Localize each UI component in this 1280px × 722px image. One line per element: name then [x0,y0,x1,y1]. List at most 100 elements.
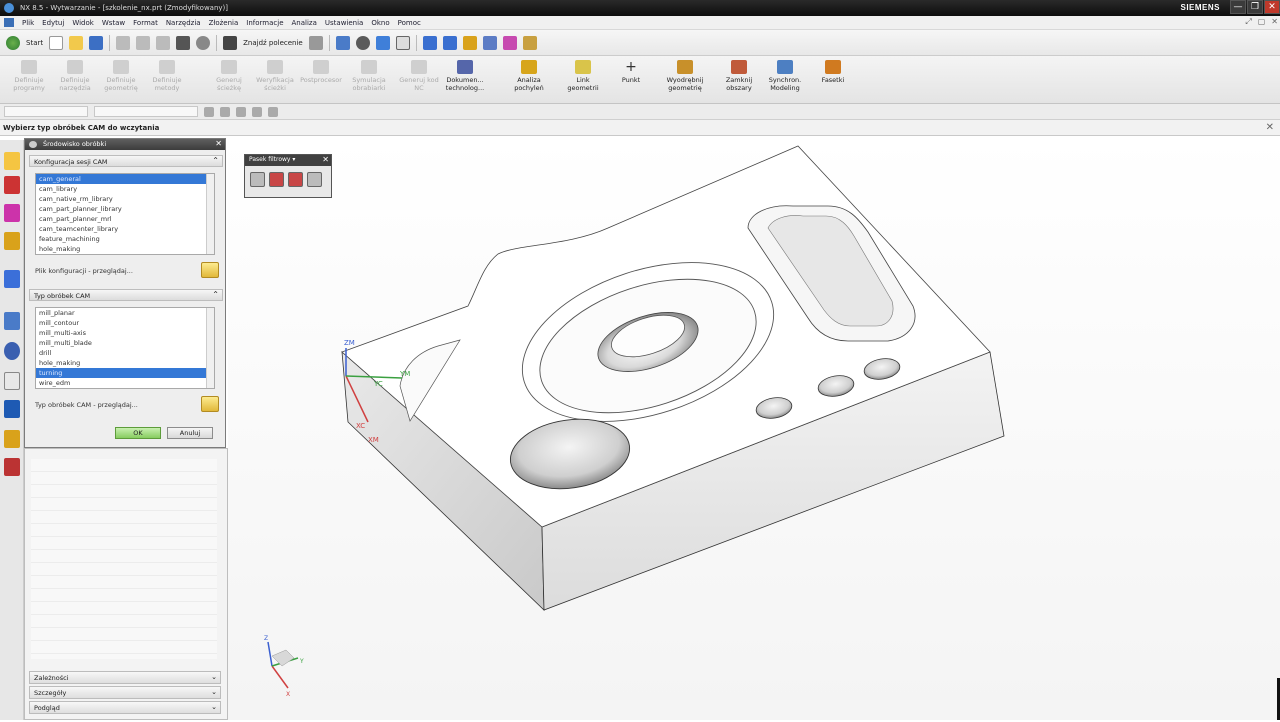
mdi-close-icon[interactable]: ✕ [1271,17,1278,27]
layout-icon[interactable] [335,35,350,50]
type-filter-dropdown[interactable] [4,106,88,117]
ribbon-verify-path[interactable]: Weryfikacja ścieżki [252,60,298,100]
ribbon-create-tool[interactable]: Definiuje narzędzia [52,60,98,100]
cancel-button[interactable]: Anuluj [167,427,213,439]
ok-button[interactable]: OK [115,427,161,439]
menu-preferences[interactable]: Ustawienia [325,19,363,27]
list-item[interactable]: cam_native_rm_library [36,194,214,204]
ribbon-machine-simulation[interactable]: Symulacja obrabiarki [346,60,392,100]
list-item[interactable]: feature_machining [36,234,214,244]
navigator-dependencies[interactable]: Zależności ⌄ [29,671,221,684]
new-file-icon[interactable] [49,35,64,50]
scope-dropdown[interactable] [94,106,198,117]
maximize-button[interactable]: ❐ [1247,0,1263,14]
menu-nx-icon[interactable] [4,18,14,27]
list-item[interactable]: mill_planar [36,308,214,318]
ribbon-postprocess[interactable]: Postprocesor [298,60,344,100]
config-list[interactable]: cam_general cam_library cam_native_rm_li… [35,173,215,255]
knowledge-icon[interactable] [4,400,20,418]
measure-icon[interactable] [482,35,497,50]
menu-tools[interactable]: Narzędzia [166,19,201,27]
copy-icon[interactable] [136,35,151,50]
assembly-navigator-icon[interactable] [4,152,20,170]
list-item[interactable]: mill_contour [36,318,214,328]
navigator-preview[interactable]: Podgląd ⌄ [29,701,221,714]
menu-analysis[interactable]: Analiza [292,19,317,27]
list-item[interactable]: hole_making [36,244,214,254]
config-list-scrollbar[interactable] [206,174,214,254]
setup-section-header[interactable]: Typ obróbek CAM ⌃ [29,289,223,301]
part-navigator-icon[interactable] [4,204,20,222]
menu-insert[interactable]: Wstaw [102,19,125,27]
operation-navigator-icon[interactable] [4,176,20,194]
filter-bar-close-icon[interactable]: ✕ [322,155,329,164]
filter-red-icon[interactable] [269,172,284,187]
filter-icon-5[interactable] [268,106,278,117]
menu-view[interactable]: Widok [72,19,94,27]
list-item[interactable]: drill [36,348,214,358]
display-icon[interactable] [395,35,410,50]
binoculars-icon[interactable] [223,35,238,50]
config-section-header[interactable]: Konfiguracja sesji CAM ⌃ [29,155,223,167]
point-snap-icon[interactable] [462,35,477,50]
edit-icon[interactable] [502,35,517,50]
filter-icon-1[interactable] [204,106,214,117]
ribbon-extract-geometry[interactable]: Wyodrębnij geometrię [662,60,708,100]
ruler-icon[interactable] [522,35,537,50]
roles-icon[interactable] [4,458,20,476]
ribbon-shop-docs[interactable]: Dokumen... technolog... [442,60,488,100]
list-item[interactable]: wire_edm [36,378,214,388]
list-item[interactable]: turning [36,368,214,378]
filter-icon-2[interactable] [220,106,230,117]
start-icon[interactable] [6,35,20,50]
history-icon[interactable] [4,312,20,330]
menu-assemblies[interactable]: Złożenia [209,19,239,27]
setup-browse-folder-icon[interactable] [201,396,219,412]
ribbon-synchronous-modeling[interactable]: Synchron. Modeling [762,60,808,100]
ribbon-create-geometry[interactable]: Definiuje geometrię [98,60,144,100]
reuse-library-icon[interactable] [4,270,20,288]
delete-icon[interactable] [176,35,191,50]
ribbon-create-program[interactable]: Definiuje programy [6,60,52,100]
menu-help[interactable]: Pomoc [398,19,421,27]
setup-list[interactable]: mill_planar mill_contour mill_multi-axis… [35,307,215,389]
ribbon-facets[interactable]: Fasetki [810,60,856,100]
ribbon-close-regions[interactable]: Zamknij obszary [716,60,762,100]
snap-filter-icon[interactable] [442,35,457,50]
ribbon-point[interactable]: + Punkt [608,60,654,100]
menu-information[interactable]: Informacje [246,19,283,27]
list-item[interactable]: cam_library [36,184,214,194]
save-icon[interactable] [89,35,104,50]
minimize-button[interactable]: — [1230,0,1246,14]
filter-red-icon-2[interactable] [288,172,303,187]
clock-icon[interactable] [4,342,20,360]
find-command-button[interactable]: Znajdź polecenie [243,39,303,47]
config-browse-folder-icon[interactable] [201,262,219,278]
list-item[interactable]: cam_general [36,174,214,184]
filter-icon-4[interactable] [252,106,262,117]
navigator-details[interactable]: Szczegóły ⌄ [29,686,221,699]
snap-icon[interactable] [422,35,437,50]
cut-icon[interactable] [116,35,131,50]
close-window-button[interactable]: ✕ [1264,0,1280,14]
menu-file[interactable]: Plik [22,19,34,27]
menu-edit[interactable]: Edytuj [42,19,64,27]
list-item[interactable]: cam_teamcenter_library [36,224,214,234]
dialog-close-icon[interactable]: ✕ [215,139,222,148]
selection-icon[interactable] [308,35,323,50]
setup-list-scrollbar[interactable] [206,308,214,388]
menu-format[interactable]: Format [133,19,158,27]
filter-copy-icon[interactable] [307,172,322,187]
ribbon-generate-path[interactable]: Generuj ścieżkę [206,60,252,100]
cue-close-icon[interactable]: ✕ [1266,122,1274,133]
paste-icon[interactable] [156,35,171,50]
list-item[interactable]: cam_part_planner_library [36,204,214,214]
palette-icon[interactable] [4,430,20,448]
ribbon-create-method[interactable]: Definiuje metody [144,60,190,100]
list-item[interactable]: hole_making [36,358,214,368]
filter-solid-icon[interactable] [250,172,265,187]
list-item[interactable]: mill_multi_blade [36,338,214,348]
open-folder-icon[interactable] [69,35,84,50]
render-style-icon[interactable] [355,35,370,50]
undo-icon[interactable] [196,35,211,50]
